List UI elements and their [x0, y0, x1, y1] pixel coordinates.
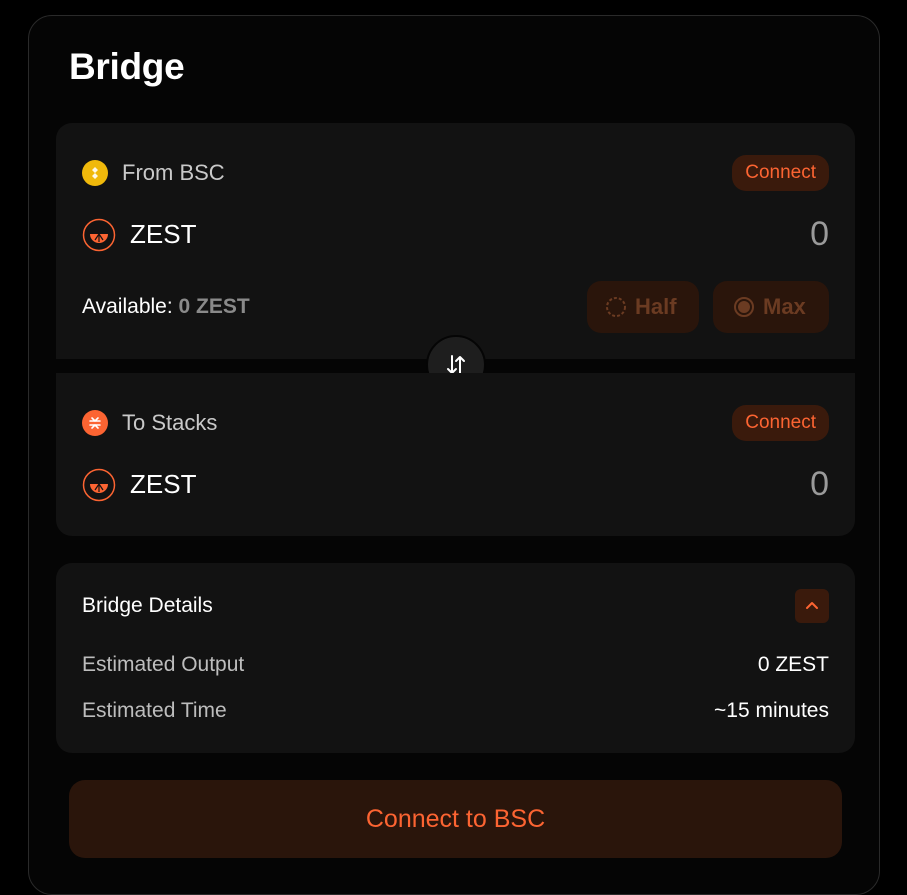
- to-amount-output: 0: [810, 465, 829, 503]
- zest-token-icon: [82, 218, 116, 251]
- detail-label: Estimated Output: [82, 653, 245, 676]
- half-button[interactable]: Half: [587, 281, 699, 333]
- bridge-details-panel: Bridge Details Estimated Output 0 ZEST E…: [56, 563, 855, 753]
- percent-buttons: Half Max: [587, 281, 829, 333]
- from-chain: From BSC: [82, 160, 225, 186]
- half-icon: [606, 297, 626, 317]
- to-chain-row: To Stacks Connect: [82, 405, 829, 441]
- from-amount-input[interactable]: 0: [810, 215, 829, 254]
- to-token-symbol: ZEST: [130, 469, 197, 499]
- from-chain-row: From BSC Connect: [82, 155, 829, 191]
- detail-row-output: Estimated Output 0 ZEST: [82, 653, 829, 677]
- detail-value: ~15 minutes: [714, 699, 829, 722]
- details-title: Bridge Details: [82, 594, 213, 617]
- bsc-icon: [82, 160, 108, 186]
- to-panel: To Stacks Connect ZEST 0: [56, 373, 855, 536]
- zest-token-icon: [82, 468, 116, 501]
- from-token-selector[interactable]: ZEST: [82, 218, 196, 252]
- to-token-selector[interactable]: ZEST: [82, 468, 196, 502]
- from-token-row: ZEST 0: [82, 215, 829, 254]
- from-connect-button[interactable]: Connect: [732, 155, 829, 191]
- collapse-details-button[interactable]: [795, 589, 829, 623]
- to-chain-label: To Stacks: [122, 410, 218, 435]
- max-button[interactable]: Max: [713, 281, 829, 333]
- detail-row-time: Estimated Time ~15 minutes: [82, 699, 829, 723]
- from-chain-label: From BSC: [122, 160, 225, 185]
- to-chain: To Stacks: [82, 410, 217, 436]
- detail-label: Estimated Time: [82, 699, 227, 722]
- stacks-icon: [82, 410, 108, 436]
- available-label: Available:: [82, 295, 173, 318]
- details-header: Bridge Details: [82, 589, 829, 623]
- from-available-row: Available: 0 ZEST Half Max: [82, 281, 829, 333]
- connect-to-bsc-button[interactable]: Connect to BSC: [69, 780, 842, 858]
- max-label: Max: [763, 294, 806, 319]
- max-icon: [734, 297, 754, 317]
- to-token-row: ZEST 0: [82, 465, 829, 504]
- to-connect-button[interactable]: Connect: [732, 405, 829, 441]
- from-panel: From BSC Connect ZEST 0 Available: 0 ZES…: [56, 123, 855, 359]
- page-title: Bridge: [69, 46, 185, 87]
- available-value: 0 ZEST: [178, 295, 250, 318]
- chevron-up-icon: [806, 602, 818, 609]
- from-token-symbol: ZEST: [130, 219, 197, 249]
- available-balance: Available: 0 ZEST: [82, 295, 250, 319]
- bridge-card: Bridge From BSC Connect ZEST 0 Available…: [28, 15, 880, 895]
- half-label: Half: [635, 294, 677, 319]
- detail-value: 0 ZEST: [757, 653, 829, 676]
